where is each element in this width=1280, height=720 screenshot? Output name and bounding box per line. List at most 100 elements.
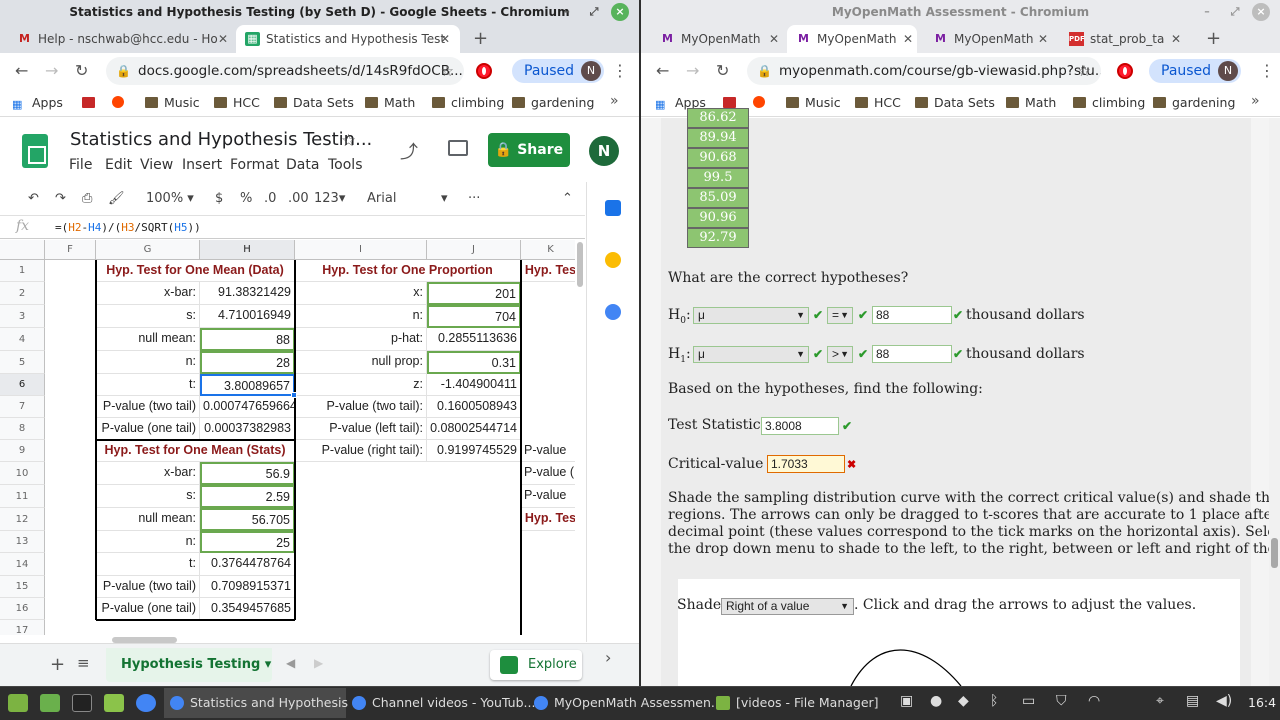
tab-gmail[interactable]: M Help - nschwab@hcc.edu - Ho: [8, 25, 234, 53]
print-icon[interactable]: ⎙: [82, 190, 92, 208]
cell-value[interactable]: 28: [200, 351, 295, 374]
row-header-2[interactable]: 2: [0, 282, 45, 305]
location-icon[interactable]: ⌖: [1156, 693, 1164, 709]
shield-icon[interactable]: ⛉: [1056, 693, 1067, 709]
cell-label[interactable]: P-value (one tail): [96, 598, 200, 620]
bookmark-gardening[interactable]: gardening: [512, 94, 594, 112]
all-sheets-icon[interactable]: ≡: [77, 654, 90, 672]
cell-label[interactable]: s:: [96, 485, 200, 508]
fill-handle[interactable]: [291, 392, 297, 398]
row-header-11[interactable]: 11: [0, 485, 45, 508]
cell-label[interactable]: P-value (right tail):: [295, 440, 427, 462]
cell-value[interactable]: 2.59: [200, 485, 295, 508]
calendar-icon[interactable]: [605, 200, 621, 216]
forward-icon[interactable]: →: [686, 61, 699, 81]
close-tab-icon[interactable]: ✕: [1171, 32, 1181, 46]
bookmark-star-icon[interactable]: ☆: [441, 57, 454, 85]
undo-icon[interactable]: ↶: [28, 190, 39, 208]
cell-value[interactable]: 0.00037382983: [200, 418, 295, 440]
cell-label[interactable]: P-value: [521, 485, 575, 508]
add-sheet-icon[interactable]: +: [50, 654, 65, 675]
taskbar-item-myopenmath[interactable]: MyOpenMath Assessmen...: [528, 688, 723, 718]
section-header-k[interactable]: Hyp. Tes: [521, 260, 575, 282]
bookmark-math[interactable]: Math: [1006, 94, 1056, 112]
back-icon[interactable]: ←: [656, 61, 669, 81]
page-scrollbar[interactable]: [1269, 118, 1280, 686]
opera-icon[interactable]: [476, 63, 492, 79]
zoom-icon[interactable]: ▣: [900, 693, 913, 709]
close-tab-icon[interactable]: ✕: [1038, 32, 1048, 46]
wifi-icon[interactable]: ◠: [1088, 693, 1100, 709]
row-header-16[interactable]: 16: [0, 598, 45, 620]
font-select[interactable]: Arial ▾: [367, 190, 448, 208]
keep-icon[interactable]: [605, 252, 621, 268]
cell-value[interactable]: 201: [427, 282, 521, 305]
minimize-icon[interactable]: –: [1198, 3, 1216, 21]
camera-icon[interactable]: ▭: [1022, 693, 1035, 709]
close-tab-icon[interactable]: ✕: [769, 32, 779, 46]
profile-paused-button[interactable]: Paused N: [512, 59, 604, 83]
cell-value[interactable]: 0.3549457685: [200, 598, 295, 620]
row-header-5[interactable]: 5: [0, 351, 45, 374]
row-header-7[interactable]: 7: [0, 396, 45, 418]
cell-label[interactable]: null prop:: [295, 351, 427, 374]
zoom-select[interactable]: 100% ▾: [146, 190, 194, 208]
tab-myopenmath-1[interactable]: M MyOpenMath: [651, 25, 769, 53]
row-header-8[interactable]: 8: [0, 418, 45, 440]
collapse-menu-icon[interactable]: ⌃: [562, 190, 573, 208]
back-icon[interactable]: ←: [15, 61, 28, 81]
bookmark-star-icon[interactable]: ☆: [1078, 57, 1091, 85]
terminal-icon[interactable]: [72, 694, 92, 712]
column-header-f[interactable]: F: [45, 240, 96, 260]
menu-view[interactable]: View: [140, 157, 173, 173]
column-header-j[interactable]: J: [427, 240, 521, 260]
more-tools-button[interactable]: ···: [468, 190, 480, 208]
h1-operator-select[interactable]: >: [827, 346, 853, 363]
section-header-mean-stats[interactable]: Hyp. Test for One Mean (Stats): [96, 440, 295, 462]
row-header-12[interactable]: 12: [0, 508, 45, 531]
bookmark-music[interactable]: Music: [786, 94, 841, 112]
column-header-h[interactable]: H: [200, 240, 295, 260]
show-desktop-icon[interactable]: [40, 694, 60, 712]
row-header-13[interactable]: 13: [0, 531, 45, 553]
sheet-tab-hypothesis-testing[interactable]: Hypothesis Testing ▾: [106, 648, 272, 682]
clipboard-icon[interactable]: ▤: [1186, 693, 1199, 709]
bookmark-climbing[interactable]: climbing: [1073, 94, 1145, 112]
browser-launcher-icon[interactable]: [136, 694, 156, 712]
redo-icon[interactable]: ↷: [55, 190, 66, 208]
explore-button[interactable]: Explore: [490, 650, 582, 680]
row-header-9[interactable]: 9: [0, 440, 45, 462]
cell-label[interactable]: P-value (two tail):: [295, 396, 427, 418]
address-bar[interactable]: 🔒 myopenmath.com/course/gb-viewasid.php?…: [747, 57, 1101, 85]
cell-label[interactable]: x:: [295, 282, 427, 305]
section-header-mean-data[interactable]: Hyp. Test for One Mean (Data): [96, 260, 295, 282]
scroll-right-icon[interactable]: ▶: [314, 656, 323, 670]
reload-icon[interactable]: ↻: [75, 61, 88, 81]
cell-label[interactable]: t:: [96, 374, 200, 396]
bookmark-climbing[interactable]: climbing: [432, 94, 504, 112]
cell-label[interactable]: z:: [295, 374, 427, 396]
bookmark-music[interactable]: Music: [145, 94, 200, 112]
cell-value[interactable]: 0.1600508943: [427, 396, 521, 418]
account-avatar[interactable]: N: [589, 136, 619, 166]
increase-decimal-button[interactable]: .00: [288, 190, 309, 208]
taskbar-item-youtube[interactable]: Channel videos - YouTub...: [346, 688, 535, 718]
bookmark-gardening[interactable]: gardening: [1153, 94, 1235, 112]
h1-parameter-select[interactable]: μ: [693, 346, 809, 363]
row-header-3[interactable]: 3: [0, 305, 45, 328]
bookmark-hcc[interactable]: HCC: [855, 94, 901, 112]
browser-menu-icon[interactable]: ⋮: [1259, 61, 1275, 80]
maximize-icon[interactable]: ⤢: [585, 3, 603, 21]
tasks-icon[interactable]: [605, 304, 621, 320]
shade-select[interactable]: Right of a value: [721, 598, 854, 615]
number-format-select[interactable]: 123▾: [314, 190, 345, 208]
more-bookmarks-icon[interactable]: »: [610, 93, 619, 109]
menu-data[interactable]: Data: [286, 157, 319, 173]
cell-label[interactable]: t:: [96, 553, 200, 576]
distribution-curve[interactable]: [831, 633, 991, 686]
skype-icon[interactable]: ●: [930, 693, 942, 709]
tab-myopenmath-2[interactable]: M MyOpenMath: [787, 25, 917, 53]
cell-label[interactable]: null mean:: [96, 328, 200, 351]
currency-format-button[interactable]: $: [215, 190, 223, 208]
scroll-left-icon[interactable]: ◀: [286, 656, 295, 670]
